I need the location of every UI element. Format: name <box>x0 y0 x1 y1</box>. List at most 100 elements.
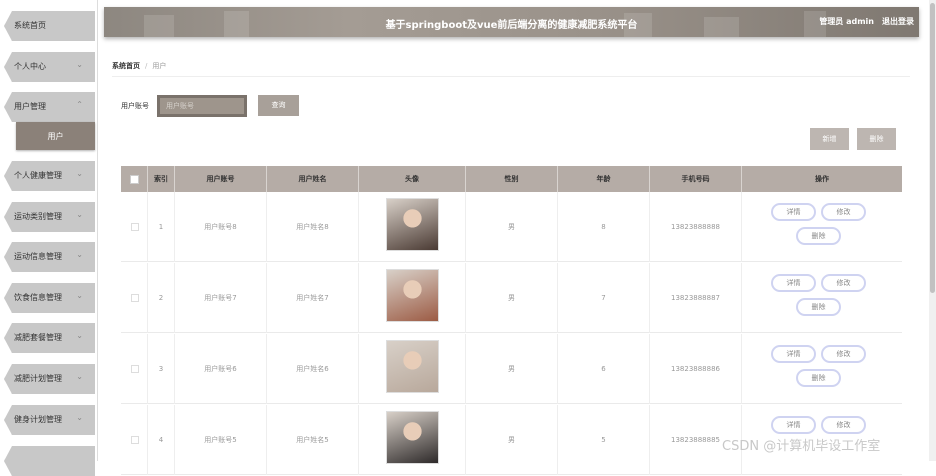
edit-button[interactable]: 修改 <box>821 345 866 363</box>
sidebar-item-fitness-plan[interactable]: 健身计划管理 ⌄ <box>4 405 95 435</box>
header-account: 用户账号 <box>175 166 267 192</box>
cell-name: 用户姓名8 <box>267 192 359 262</box>
sidebar-item-label: 减肥计划管理 <box>14 374 62 383</box>
watermark: CSDN @计算机毕设工作室 <box>722 439 881 454</box>
cell-gender: 男 <box>466 405 558 475</box>
cell-age: 5 <box>558 405 650 475</box>
scrollbar-thumb[interactable] <box>930 3 935 293</box>
edit-button[interactable]: 修改 <box>821 274 866 292</box>
cell-name: 用户姓名6 <box>267 334 359 404</box>
sidebar-item-sport-category[interactable]: 运动类别管理 ⌄ <box>4 202 95 232</box>
avatar[interactable] <box>386 340 439 393</box>
select-all-checkbox[interactable] <box>130 175 139 184</box>
sidebar: 系统首页 个人中心 ⌄ 用户管理 ⌃ 用户 个人健康管理 ⌄ 运动类别管理 ⌄ … <box>0 0 98 476</box>
table-header: 索引 用户账号 用户姓名 头像 性别 年龄 手机号码 操作 <box>121 166 902 192</box>
sidebar-item-diet-info[interactable]: 饮食信息管理 ⌄ <box>4 283 95 313</box>
cell-phone: 13823888886 <box>650 334 742 404</box>
batch-delete-button[interactable]: 删除 <box>857 128 896 150</box>
breadcrumb-home[interactable]: 系统首页 <box>112 62 140 70</box>
cell-account: 用户账号8 <box>175 192 267 262</box>
table-row: 3 用户账号6 用户姓名6 男 6 13823888886 详情 修改 删除 <box>121 334 902 404</box>
sidebar-subitem-user[interactable]: 用户 <box>16 122 95 150</box>
sidebar-item-label: 个人健康管理 <box>14 171 62 180</box>
detail-button[interactable]: 详情 <box>771 345 816 363</box>
chevron-down-icon: ⌄ <box>76 169 83 178</box>
sidebar-item-label: 系统首页 <box>14 21 46 30</box>
detail-button[interactable]: 详情 <box>771 203 816 221</box>
cell-index: 2 <box>148 263 175 333</box>
sidebar-subitem-label: 用户 <box>47 132 64 141</box>
sidebar-item-sport-info[interactable]: 运动信息管理 ⌄ <box>4 242 95 272</box>
header-actions: 操作 <box>815 175 829 183</box>
cell-gender: 男 <box>466 263 558 333</box>
sidebar-item-home[interactable]: 系统首页 <box>4 11 95 41</box>
logout-link[interactable]: 退出登录 <box>882 16 914 27</box>
cell-gender: 男 <box>466 334 558 404</box>
detail-button[interactable]: 详情 <box>771 274 816 292</box>
chevron-up-icon: ⌃ <box>76 100 83 109</box>
current-user: 管理员 admin <box>819 17 874 26</box>
sidebar-item-more[interactable] <box>4 446 95 476</box>
search-input[interactable] <box>157 95 247 117</box>
sidebar-item-label: 健身计划管理 <box>14 415 62 424</box>
cell-name: 用户姓名7 <box>267 263 359 333</box>
delete-button[interactable]: 删除 <box>796 298 841 316</box>
add-button[interactable]: 新增 <box>810 128 849 150</box>
row-checkbox[interactable] <box>131 294 139 302</box>
detail-button[interactable]: 详情 <box>771 416 816 434</box>
sidebar-item-diet-package[interactable]: 减肥套餐管理 ⌄ <box>4 323 95 353</box>
chevron-down-icon: ⌄ <box>76 331 83 340</box>
row-checkbox[interactable] <box>131 223 139 231</box>
avatar[interactable] <box>386 411 439 464</box>
sidebar-item-label: 运动信息管理 <box>14 252 62 261</box>
sidebar-item-health-management[interactable]: 个人健康管理 ⌄ <box>4 161 95 191</box>
cell-account: 用户账号6 <box>175 334 267 404</box>
vertical-scrollbar[interactable] <box>929 0 936 461</box>
breadcrumb-separator: / <box>145 62 148 70</box>
delete-button[interactable]: 删除 <box>796 369 841 387</box>
avatar[interactable] <box>386 198 439 251</box>
cell-phone: 13823888887 <box>650 263 742 333</box>
cell-age: 6 <box>558 334 650 404</box>
cell-age: 8 <box>558 192 650 262</box>
sidebar-item-personal-center[interactable]: 个人中心 ⌄ <box>4 52 95 82</box>
top-header: 基于springboot及vue前后端分离的健康减肥系统平台 管理员 admin… <box>104 7 919 37</box>
chevron-down-icon: ⌄ <box>76 210 83 219</box>
breadcrumb-current: 用户 <box>152 62 167 70</box>
header-name: 用户姓名 <box>267 166 359 192</box>
header-phone: 手机号码 <box>650 166 742 192</box>
page-title: 基于springboot及vue前后端分离的健康减肥系统平台 <box>385 20 638 31</box>
table-row: 2 用户账号7 用户姓名7 男 7 13823888887 详情 修改 删除 <box>121 263 902 333</box>
sidebar-item-label: 减肥套餐管理 <box>14 333 62 342</box>
edit-button[interactable]: 修改 <box>821 203 866 221</box>
search-label: 用户账号 <box>121 102 149 110</box>
row-select-cell <box>121 192 148 262</box>
sidebar-item-label: 运动类别管理 <box>14 212 62 221</box>
breadcrumb: 系统首页 / 用户 <box>112 61 166 71</box>
row-select-cell <box>121 334 148 404</box>
sidebar-item-user-management[interactable]: 用户管理 ⌃ <box>4 92 95 122</box>
query-button[interactable]: 查询 <box>258 95 299 116</box>
sidebar-item-diet-plan[interactable]: 减肥计划管理 ⌄ <box>4 364 95 394</box>
cell-gender: 男 <box>466 192 558 262</box>
row-checkbox[interactable] <box>131 365 139 373</box>
header-select-cell <box>121 166 148 192</box>
divider <box>112 76 910 77</box>
delete-button[interactable]: 删除 <box>796 227 841 245</box>
chevron-down-icon: ⌄ <box>76 372 83 381</box>
edit-button[interactable]: 修改 <box>821 416 866 434</box>
cell-phone: 13823888888 <box>650 192 742 262</box>
chevron-down-icon: ⌄ <box>76 413 83 422</box>
cell-index: 4 <box>148 405 175 475</box>
header-age: 年龄 <box>558 166 650 192</box>
cell-age: 7 <box>558 263 650 333</box>
header-avatar: 头像 <box>359 166 466 192</box>
cell-name: 用户姓名5 <box>267 405 359 475</box>
row-checkbox[interactable] <box>131 436 139 444</box>
chevron-down-icon: ⌄ <box>76 291 83 300</box>
header-gender: 性别 <box>466 166 558 192</box>
sidebar-item-label: 饮食信息管理 <box>14 293 62 302</box>
row-select-cell <box>121 405 148 475</box>
sidebar-item-label: 个人中心 <box>14 62 46 71</box>
avatar[interactable] <box>386 269 439 322</box>
